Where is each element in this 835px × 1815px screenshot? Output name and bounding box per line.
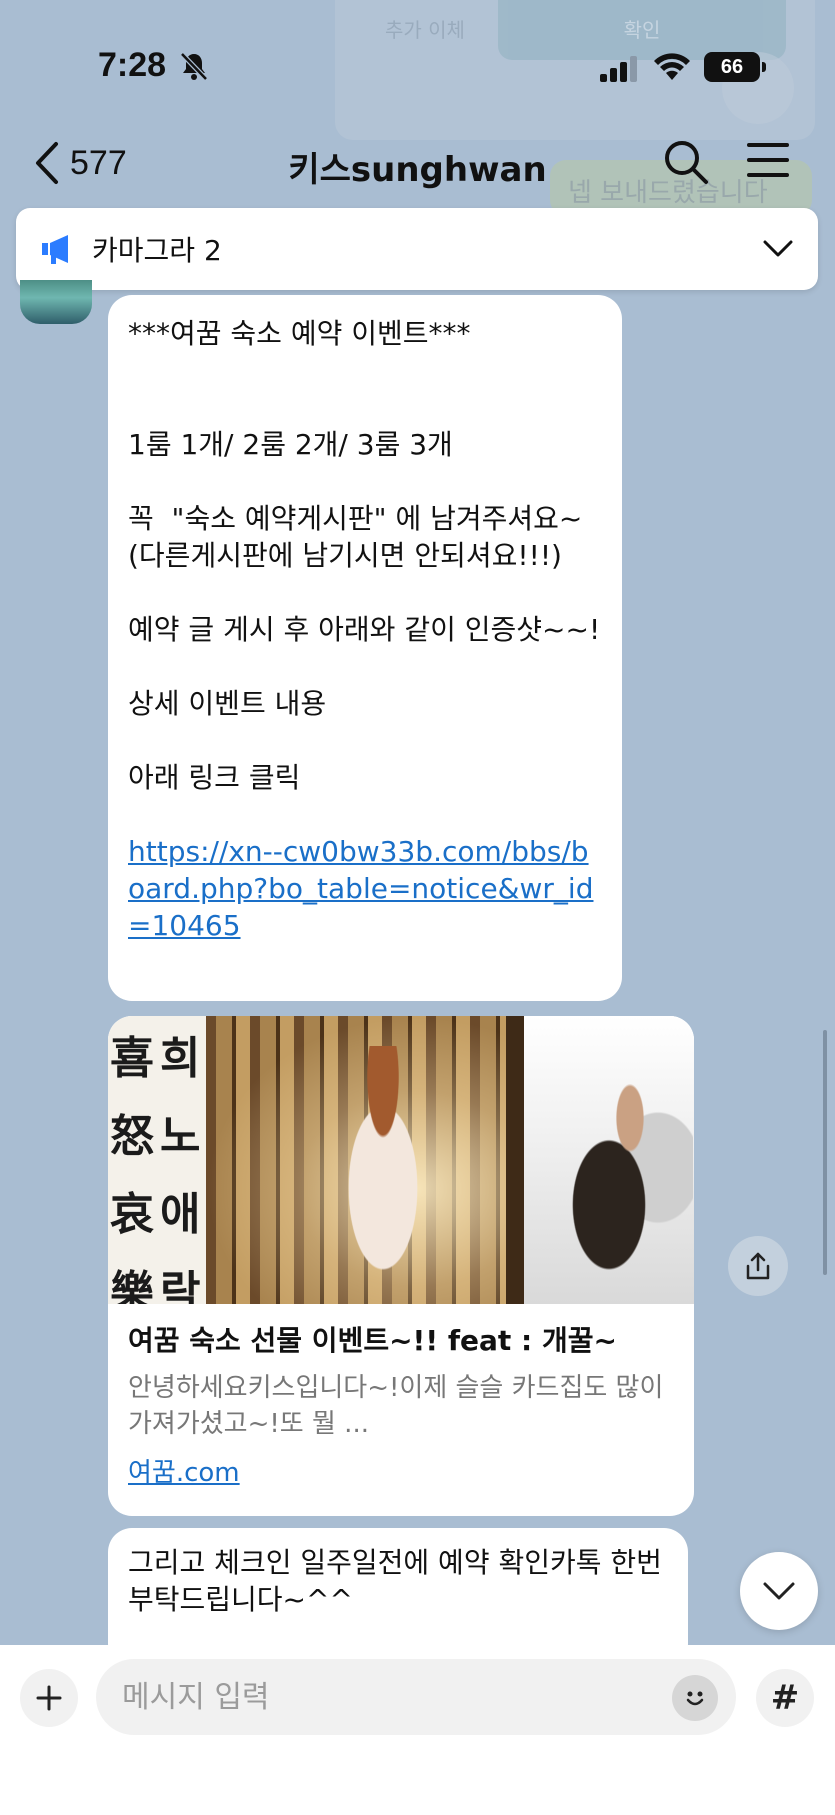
attach-button[interactable] bbox=[20, 1669, 78, 1727]
share-button[interactable] bbox=[728, 1236, 788, 1296]
wifi-icon bbox=[654, 53, 690, 80]
emoji-icon bbox=[686, 1691, 704, 1706]
ghost-add-transfer-label: 추가 이체 bbox=[385, 18, 465, 42]
message-bubble-event: ***여꿈 숙소 예약 이벤트*** 1룸 1개/ 2룸 2개/ 3룸 3개 꼭… bbox=[108, 295, 622, 1001]
signal-icon bbox=[600, 56, 637, 82]
status-time: 7:28 bbox=[98, 46, 167, 84]
megaphone-icon bbox=[42, 235, 68, 264]
event-instruction: 꼭 "숙소 예약게시판" 에 남겨주셔요~ (다른게시판에 남기시면 안되셔요!… bbox=[128, 502, 583, 572]
scroll-to-bottom-button[interactable] bbox=[740, 1552, 818, 1630]
message-input[interactable] bbox=[96, 1659, 736, 1735]
emoji-button[interactable] bbox=[672, 1675, 718, 1721]
notice-bar[interactable]: 카마그라 2 bbox=[16, 208, 818, 290]
photo-figure-right bbox=[553, 1056, 693, 1304]
calligraphy-char: 喜 bbox=[110, 1033, 154, 1084]
calligraphy-char: 희 bbox=[160, 1033, 201, 1084]
calligraphy-char: 怒 bbox=[110, 1111, 154, 1162]
event-rooms: 1룸 1개/ 2룸 2개/ 3룸 3개 bbox=[128, 428, 453, 461]
scrollbar[interactable] bbox=[823, 1030, 827, 1275]
event-proof: 예약 글 게시 후 아래와 같이 인증샷~~! bbox=[128, 613, 601, 646]
event-click: 아래 링크 클릭 bbox=[128, 761, 301, 794]
message-input-bar: # bbox=[0, 1645, 835, 1815]
ghost-confirm-button: 확인 bbox=[498, 0, 786, 60]
avatar[interactable] bbox=[20, 280, 92, 324]
calligraphy-char: 락 bbox=[160, 1267, 201, 1304]
event-link[interactable]: https://xn--cw0bw33b.com/bbs/board.php?b… bbox=[128, 833, 602, 944]
card-domain-link[interactable]: 여꿈.com bbox=[128, 1452, 240, 1489]
chevron-down-icon[interactable] bbox=[762, 239, 794, 259]
hash-button[interactable]: # bbox=[756, 1669, 814, 1727]
calligraphy-char: 애 bbox=[160, 1189, 201, 1240]
notice-text: 카마그라 2 bbox=[92, 234, 222, 267]
search-icon[interactable] bbox=[662, 138, 710, 186]
calligraphy-char: 哀 bbox=[110, 1189, 154, 1240]
event-title: ***여꿈 숙소 예약 이벤트*** bbox=[128, 317, 471, 350]
preview-image: 喜怒哀樂 희노애락 bbox=[108, 1016, 694, 1304]
battery-indicator: 66 bbox=[704, 52, 766, 82]
plus-icon bbox=[36, 1685, 62, 1711]
card-description: 안녕하세요키스입니다~!이제 슬슬 카드집도 많이 가져가셨고~!또 뭘 ... bbox=[128, 1373, 664, 1439]
calligraphy-char: 노 bbox=[160, 1111, 201, 1162]
chevron-down-icon bbox=[763, 1582, 795, 1600]
menu-icon[interactable] bbox=[746, 140, 790, 180]
photo-divider bbox=[506, 1016, 524, 1304]
calligraphy-char: 樂 bbox=[110, 1267, 154, 1304]
photo-figure-left bbox=[323, 1046, 443, 1304]
link-preview-card[interactable]: 喜怒哀樂 희노애락 여꿈 숙소 선물 이벤트~!! feat : 개꿀~ 안녕하… bbox=[108, 1016, 694, 1516]
event-detail: 상세 이벤트 내용 bbox=[128, 687, 327, 720]
card-title: 여꿈 숙소 선물 이벤트~!! feat : 개꿀~ bbox=[128, 1324, 617, 1357]
share-icon bbox=[746, 1252, 770, 1280]
calligraphy-panel: 喜怒哀樂 희노애락 bbox=[108, 1016, 206, 1304]
bell-off-icon bbox=[180, 52, 208, 81]
